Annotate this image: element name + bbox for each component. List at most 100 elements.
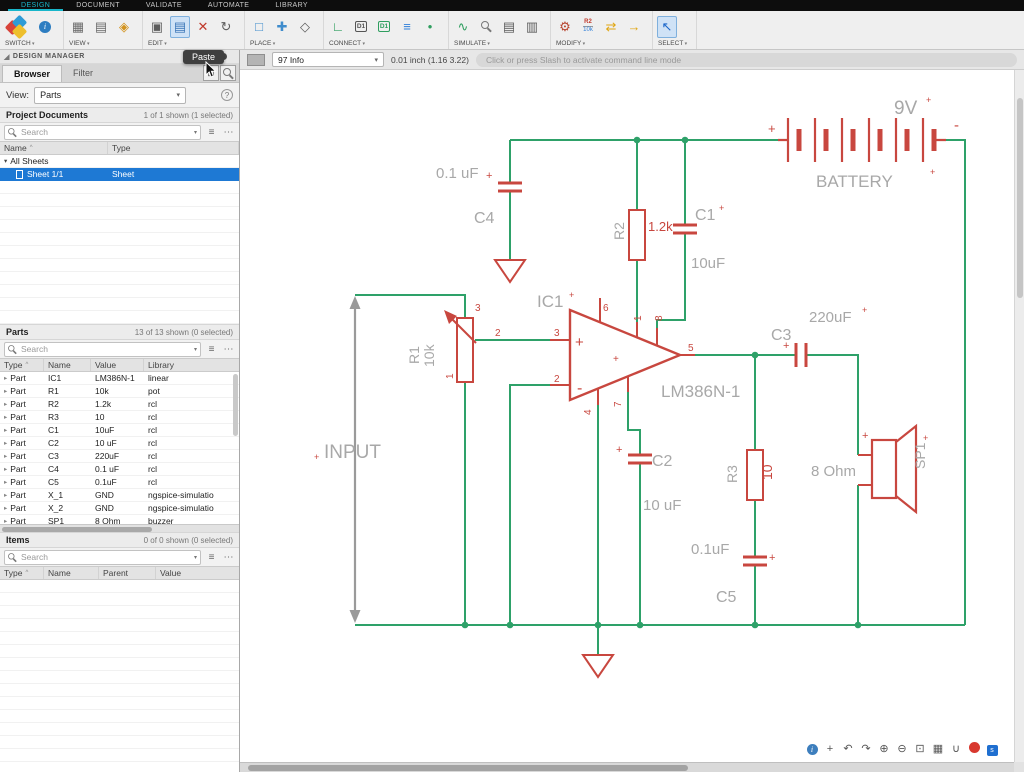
toolbar-menu-edit[interactable]: EDIT (147, 40, 236, 49)
panel-collapse-icon[interactable]: ◢ (4, 53, 10, 61)
schematic-label[interactable]: 5 (688, 343, 694, 354)
schematic-label[interactable]: + (926, 95, 931, 105)
info-icon[interactable]: i (35, 16, 55, 38)
command-line-input[interactable] (476, 53, 1017, 67)
schematic-label[interactable]: SP1 (912, 442, 928, 469)
select-cursor-icon[interactable]: ↖ (657, 16, 677, 38)
horizontal-scrollbar[interactable] (240, 762, 1014, 772)
net-icon[interactable]: ∟ (328, 16, 348, 38)
swap-icon[interactable]: ⇄ (601, 16, 621, 38)
schematic-label[interactable]: 220uF (809, 309, 852, 326)
schematic-label[interactable]: R3 (724, 465, 740, 483)
value-icon[interactable]: R210k (578, 16, 598, 38)
parts-search-input[interactable] (4, 342, 201, 357)
parts-hscrollbar[interactable] (0, 524, 239, 532)
list-options-icon[interactable]: ≡ (205, 551, 218, 564)
more-icon[interactable]: ⋯ (222, 551, 235, 564)
schematic-label[interactable]: 0.1uF (691, 541, 729, 558)
oscilloscope-icon[interactable]: ▤ (499, 16, 519, 38)
redo-icon[interactable]: ↷ (860, 743, 872, 756)
place-shape-icon[interactable]: ◇ (295, 16, 315, 38)
menu-document[interactable]: DOCUMENT (63, 0, 133, 11)
tab-browser[interactable]: Browser (2, 65, 62, 82)
parts-row[interactable]: ▸PartC3220uFrcl (0, 450, 239, 463)
toolbar-menu-select[interactable]: SELECT (657, 40, 688, 49)
schematic-label[interactable]: 8 Ohm (811, 463, 856, 480)
schematic-label[interactable]: + (769, 552, 775, 564)
toolbar-menu-simulate[interactable]: SIMULATE (453, 40, 542, 49)
menu-automate[interactable]: AUTOMATE (195, 0, 262, 11)
parts-row[interactable]: ▸PartC40.1 uFrcl (0, 463, 239, 476)
record-icon[interactable] (968, 742, 980, 757)
layer-select[interactable]: 97 Info ▾ (272, 52, 384, 67)
chevron-down-icon[interactable]: ▾ (194, 346, 197, 353)
zoom-out-icon[interactable]: ⊖ (896, 743, 908, 756)
schematic-label[interactable]: 1 (633, 315, 644, 321)
schematic-label[interactable]: 1 (445, 373, 456, 379)
schematic-label[interactable]: - (954, 117, 959, 134)
parts-vscrollbar[interactable] (233, 374, 238, 436)
layer-color-swatch[interactable] (247, 54, 265, 66)
snap-icon[interactable]: ∪ (950, 743, 962, 756)
schematic-wires[interactable] (355, 140, 965, 655)
switch-workspace-icon[interactable] (4, 16, 32, 38)
schematic-label[interactable]: R1 (406, 346, 422, 364)
parts-row[interactable]: ▸PartC110uFrcl (0, 424, 239, 437)
sheet-row[interactable]: Sheet 1/1Sheet (0, 168, 239, 181)
schematic-label[interactable]: C2 (652, 453, 673, 470)
column-header[interactable]: Value (156, 567, 239, 579)
column-header[interactable]: Name (44, 359, 91, 371)
parts-row[interactable]: ▸PartX_1GNDngspice-simulatio (0, 489, 239, 502)
schematic-label[interactable]: + (613, 354, 619, 365)
schematic-label[interactable]: 10k (421, 343, 437, 367)
schematic-label[interactable]: 9V (894, 98, 918, 119)
menu-design[interactable]: DESIGN (8, 0, 63, 11)
help-icon[interactable]: ? (221, 89, 233, 101)
chevron-down-icon[interactable]: ▾ (194, 129, 197, 136)
place-part-icon[interactable]: ✚ (272, 16, 292, 38)
more-icon[interactable]: ⋯ (222, 126, 235, 139)
parts-row[interactable]: ▸PartC210 uFrcl (0, 437, 239, 450)
schematic-label[interactable]: 1.2k (648, 219, 673, 234)
layer-settings-icon[interactable]: ◈ (114, 16, 134, 38)
schematic-label[interactable]: 2 (554, 374, 560, 385)
schematic-label[interactable]: - (577, 380, 582, 397)
more-icon[interactable]: ⋯ (222, 343, 235, 356)
net-value-icon[interactable]: D1 (374, 16, 394, 38)
schematic-label[interactable]: + (768, 121, 776, 136)
menu-library[interactable]: LIBRARY (262, 0, 321, 11)
parts-row[interactable]: ▸PartR310rcl (0, 411, 239, 424)
schematic-label[interactable]: + (862, 305, 867, 315)
schematic-label[interactable]: IC1 (537, 292, 563, 311)
column-header[interactable]: Parent (99, 567, 156, 579)
schematic-label[interactable]: C4 (474, 210, 495, 227)
schematic-label[interactable]: 10uF (691, 255, 725, 272)
schematic-label[interactable]: 3 (554, 328, 560, 339)
schematic-label[interactable]: BATTERY (816, 172, 893, 191)
column-header[interactable]: Library (144, 359, 239, 371)
column-header[interactable]: Value (91, 359, 144, 371)
zoom-fit-icon[interactable]: ⊡ (914, 743, 926, 756)
schematic-label[interactable]: 10 uF (643, 497, 681, 514)
schematic-label[interactable]: + (923, 433, 928, 443)
simulate-icon[interactable]: s (986, 743, 998, 756)
chevron-down-icon[interactable]: ▾ (194, 554, 197, 561)
schematic-label[interactable]: C1 (695, 207, 716, 224)
tab-filter[interactable]: Filter (62, 65, 104, 82)
delete-icon[interactable]: ✕ (193, 16, 213, 38)
column-header[interactable]: Type^ (0, 567, 44, 579)
column-header[interactable]: Type (108, 142, 239, 154)
schematic-label[interactable]: 8 (654, 315, 665, 321)
schematic-label[interactable]: INPUT (324, 442, 381, 463)
pan-icon[interactable]: + (824, 743, 836, 756)
schematic-label[interactable]: LM386N-1 (661, 382, 740, 401)
items-search-input[interactable] (4, 550, 201, 565)
schematic-label[interactable]: + (314, 452, 319, 462)
probe-icon[interactable] (476, 16, 496, 38)
schematic-label[interactable]: + (719, 203, 724, 213)
menu-validate[interactable]: VALIDATE (133, 0, 195, 11)
list-options-icon[interactable]: ≡ (205, 126, 218, 139)
parts-row[interactable]: ▸PartSP18 Ohmbuzzer (0, 515, 239, 524)
vertical-scrollbar[interactable] (1014, 70, 1024, 762)
place-frame-icon[interactable]: □ (249, 16, 269, 38)
